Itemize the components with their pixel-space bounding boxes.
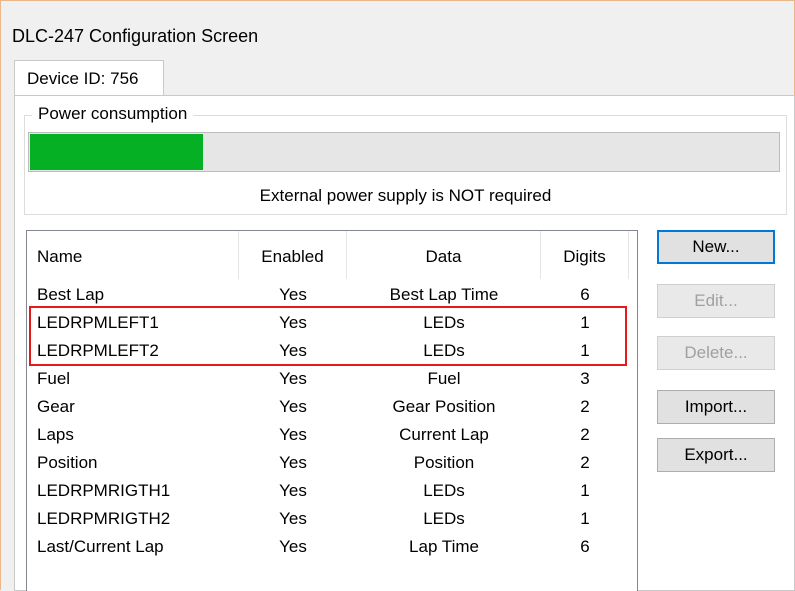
list-row[interactable]: Last/Current Lap Yes Lap Time 6 xyxy=(27,533,637,561)
row-enabled-cell: Yes xyxy=(279,313,307,332)
row-enabled-cell: Yes xyxy=(279,481,307,500)
row-data-cell: LEDs xyxy=(423,313,465,332)
power-progress-fill xyxy=(30,134,203,170)
data-list-view[interactable]: Name Enabled Data Digits Best Lap Yes Best… xyxy=(26,230,638,591)
row-digits-cell: 1 xyxy=(580,313,590,332)
row-digits-cell: 6 xyxy=(580,285,590,304)
edit-button[interactable]: Edit... xyxy=(657,284,775,318)
export-button[interactable]: Export... xyxy=(657,438,775,472)
row-name-cell: LEDRPMLEFT1 xyxy=(37,313,159,332)
list-header: Name Enabled Data Digits xyxy=(27,231,637,279)
list-row[interactable]: LEDRPMRIGTH1 Yes LEDs 1 xyxy=(27,477,637,505)
row-digits-cell: 2 xyxy=(580,397,590,416)
window-title: DLC-247 Configuration Screen xyxy=(12,26,259,46)
power-consumption-label: Power consumption xyxy=(32,104,194,124)
new-button[interactable]: New... xyxy=(657,230,775,264)
column-header-data[interactable]: Data xyxy=(347,231,541,279)
row-data-cell: Gear Position xyxy=(392,397,496,416)
row-data-cell: Position xyxy=(413,453,475,472)
list-row[interactable]: LEDRPMRIGTH2 Yes LEDs 1 xyxy=(27,505,637,533)
row-digits-cell: 2 xyxy=(580,425,590,444)
list-row[interactable]: LEDRPMLEFT2 Yes LEDs 1 xyxy=(27,337,637,365)
row-data-cell: Fuel xyxy=(427,369,461,388)
list-row[interactable]: Position Yes Position 2 xyxy=(27,449,637,477)
row-enabled-cell: Yes xyxy=(279,369,307,388)
list-row[interactable]: Fuel Yes Fuel 3 xyxy=(27,365,637,393)
row-name-cell: Laps xyxy=(37,425,74,444)
row-data-cell: Lap Time xyxy=(409,537,479,556)
row-data-cell: LEDs xyxy=(423,481,465,500)
row-name-cell: Best Lap xyxy=(37,285,105,304)
row-enabled-cell: Yes xyxy=(279,341,307,360)
row-data-cell: LEDs xyxy=(423,341,465,360)
row-name-cell: Gear xyxy=(37,397,75,416)
row-name-cell: LEDRPMRIGTH1 xyxy=(37,481,171,500)
row-name-cell: Position xyxy=(37,453,98,472)
row-digits-cell: 1 xyxy=(580,481,590,500)
power-status-text: External power supply is NOT required xyxy=(259,186,552,205)
row-digits-cell: 1 xyxy=(580,509,590,528)
row-data-cell: Current Lap xyxy=(399,425,489,444)
row-enabled-cell: Yes xyxy=(279,509,307,528)
column-header-name[interactable]: Name xyxy=(27,231,239,279)
column-header-digits[interactable]: Digits xyxy=(541,231,629,279)
column-header-enabled[interactable]: Enabled xyxy=(239,231,347,279)
row-name-cell: LEDRPMLEFT2 xyxy=(37,341,159,360)
row-name-cell: LEDRPMRIGTH2 xyxy=(37,509,171,528)
power-progress-bar xyxy=(28,132,780,172)
row-enabled-cell: Yes xyxy=(279,425,307,444)
row-enabled-cell: Yes xyxy=(279,397,307,416)
row-data-cell: Best Lap Time xyxy=(389,285,499,304)
tab-device-id[interactable]: Device ID: 756 xyxy=(14,60,164,96)
row-digits-cell: 1 xyxy=(580,341,590,360)
import-button[interactable]: Import... xyxy=(657,390,775,424)
row-digits-cell: 3 xyxy=(580,369,590,388)
list-row[interactable]: Laps Yes Current Lap 2 xyxy=(27,421,637,449)
row-name-cell: Fuel xyxy=(37,369,71,388)
row-enabled-cell: Yes xyxy=(279,453,307,472)
delete-button[interactable]: Delete... xyxy=(657,336,775,370)
row-enabled-cell: Yes xyxy=(279,537,307,556)
row-enabled-cell: Yes xyxy=(279,285,307,304)
row-digits-cell: 2 xyxy=(580,453,590,472)
row-data-cell: LEDs xyxy=(423,509,465,528)
list-row[interactable]: Best Lap Yes Best Lap Time 6 xyxy=(27,281,637,309)
row-digits-cell: 6 xyxy=(580,537,590,556)
list-row[interactable]: Gear Yes Gear Position 2 xyxy=(27,393,637,421)
row-name-cell: Last/Current Lap xyxy=(37,537,164,556)
list-row[interactable]: LEDRPMLEFT1 Yes LEDs 1 xyxy=(27,309,637,337)
